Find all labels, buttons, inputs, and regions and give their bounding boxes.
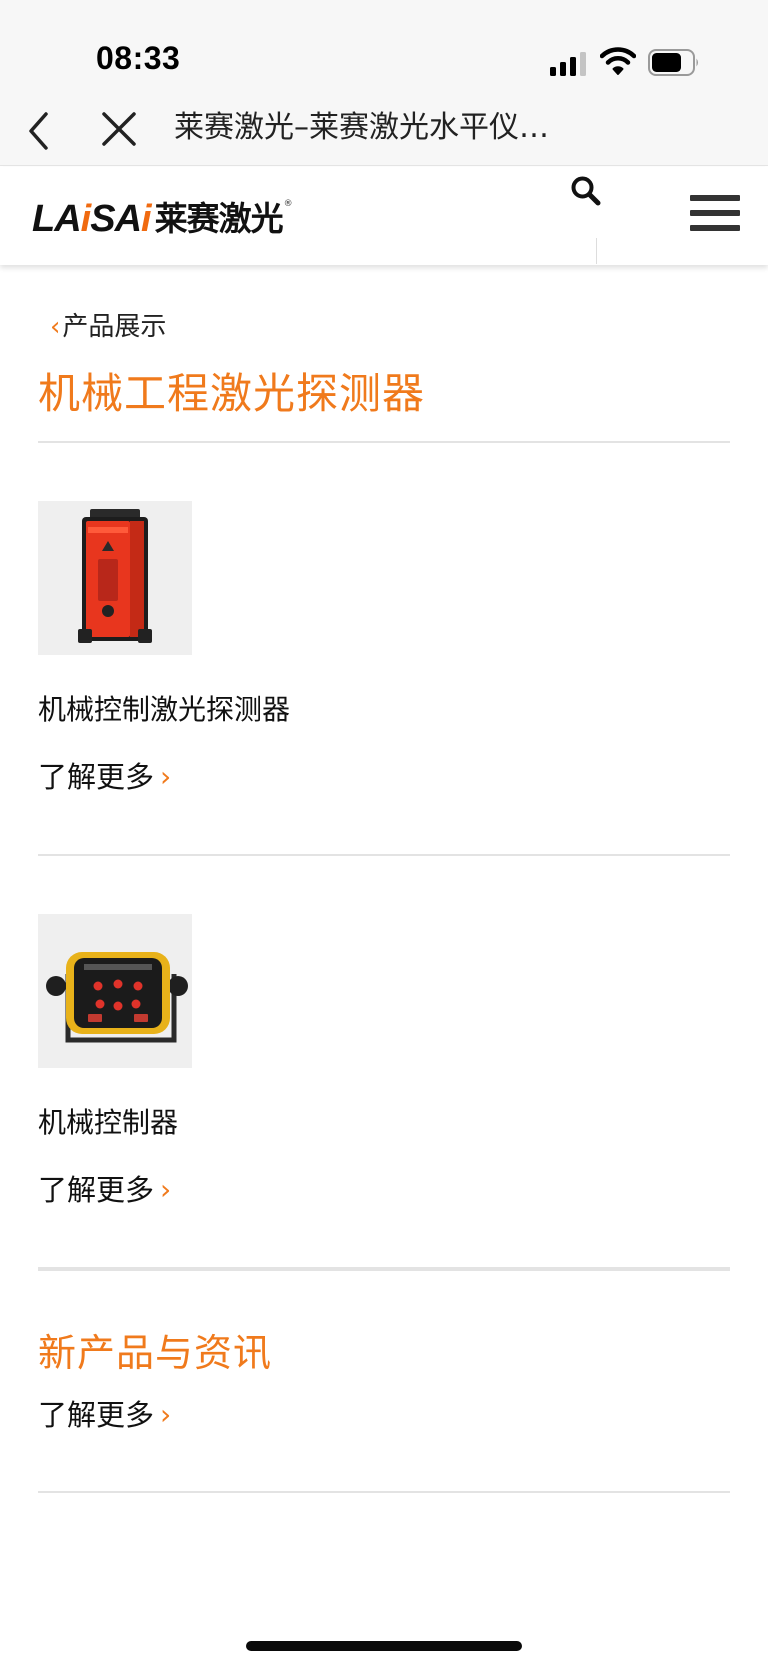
product-image[interactable] xyxy=(38,501,192,655)
browser-nav-bar: 莱赛激光–莱赛激光水平仪… xyxy=(0,100,768,166)
logo-wordmark-part-1: LA xyxy=(32,198,82,240)
status-bar: 08:33 xyxy=(0,0,768,100)
cellular-signal-icon xyxy=(550,52,588,76)
logo-wordmark: LAiSAi xyxy=(32,198,152,240)
laser-detector-image xyxy=(38,501,192,655)
home-indicator[interactable] xyxy=(246,1641,522,1651)
header-divider xyxy=(596,238,597,264)
chevron-right-icon: › xyxy=(160,760,172,793)
machine-controller-image xyxy=(38,914,192,1068)
chevron-left-icon: ‹ xyxy=(50,312,61,342)
breadcrumb-parent: 产品展示 xyxy=(62,312,167,342)
close-icon[interactable] xyxy=(96,106,146,156)
status-time: 08:33 xyxy=(96,40,181,76)
search-icon[interactable] xyxy=(568,173,604,209)
news-learn-more-link[interactable]: 了解更多 › xyxy=(38,1395,171,1435)
site-header: LAiSAi 莱赛激光 ® xyxy=(0,167,768,265)
breadcrumb[interactable]: ‹ 产品展示 xyxy=(50,308,166,346)
logo-wordmark-part-2: SA xyxy=(90,198,142,240)
learn-more-label: 了解更多 xyxy=(38,760,155,794)
site-logo[interactable]: LAiSAi 莱赛激光 ® xyxy=(32,195,293,241)
learn-more-label: 了解更多 xyxy=(38,1173,155,1207)
battery-icon xyxy=(648,49,698,76)
product-name[interactable]: 机械控制器 xyxy=(38,1103,178,1143)
learn-more-label: 了解更多 xyxy=(38,1398,155,1432)
browser-page-title: 莱赛激光–莱赛激光水平仪… xyxy=(174,110,549,145)
chevron-right-icon: › xyxy=(160,1398,172,1431)
title-divider xyxy=(38,441,730,443)
section-divider xyxy=(38,1267,730,1271)
product-image[interactable] xyxy=(38,914,192,1068)
news-section-title: 新产品与资讯 xyxy=(38,1331,273,1375)
chevron-left-icon[interactable] xyxy=(22,106,66,156)
chevron-right-icon: › xyxy=(160,1173,172,1206)
registered-mark: ® xyxy=(283,199,293,209)
product-divider xyxy=(38,854,730,856)
hamburger-menu-icon[interactable] xyxy=(690,195,740,235)
learn-more-link[interactable]: 了解更多 › xyxy=(38,1170,171,1210)
product-name[interactable]: 机械控制激光探测器 xyxy=(38,690,290,730)
wifi-icon xyxy=(600,47,636,75)
learn-more-link[interactable]: 了解更多 › xyxy=(38,757,171,797)
news-divider xyxy=(38,1491,730,1493)
page-title: 机械工程激光探测器 xyxy=(38,369,426,418)
logo-chinese-name: 莱赛激光 xyxy=(154,199,284,238)
